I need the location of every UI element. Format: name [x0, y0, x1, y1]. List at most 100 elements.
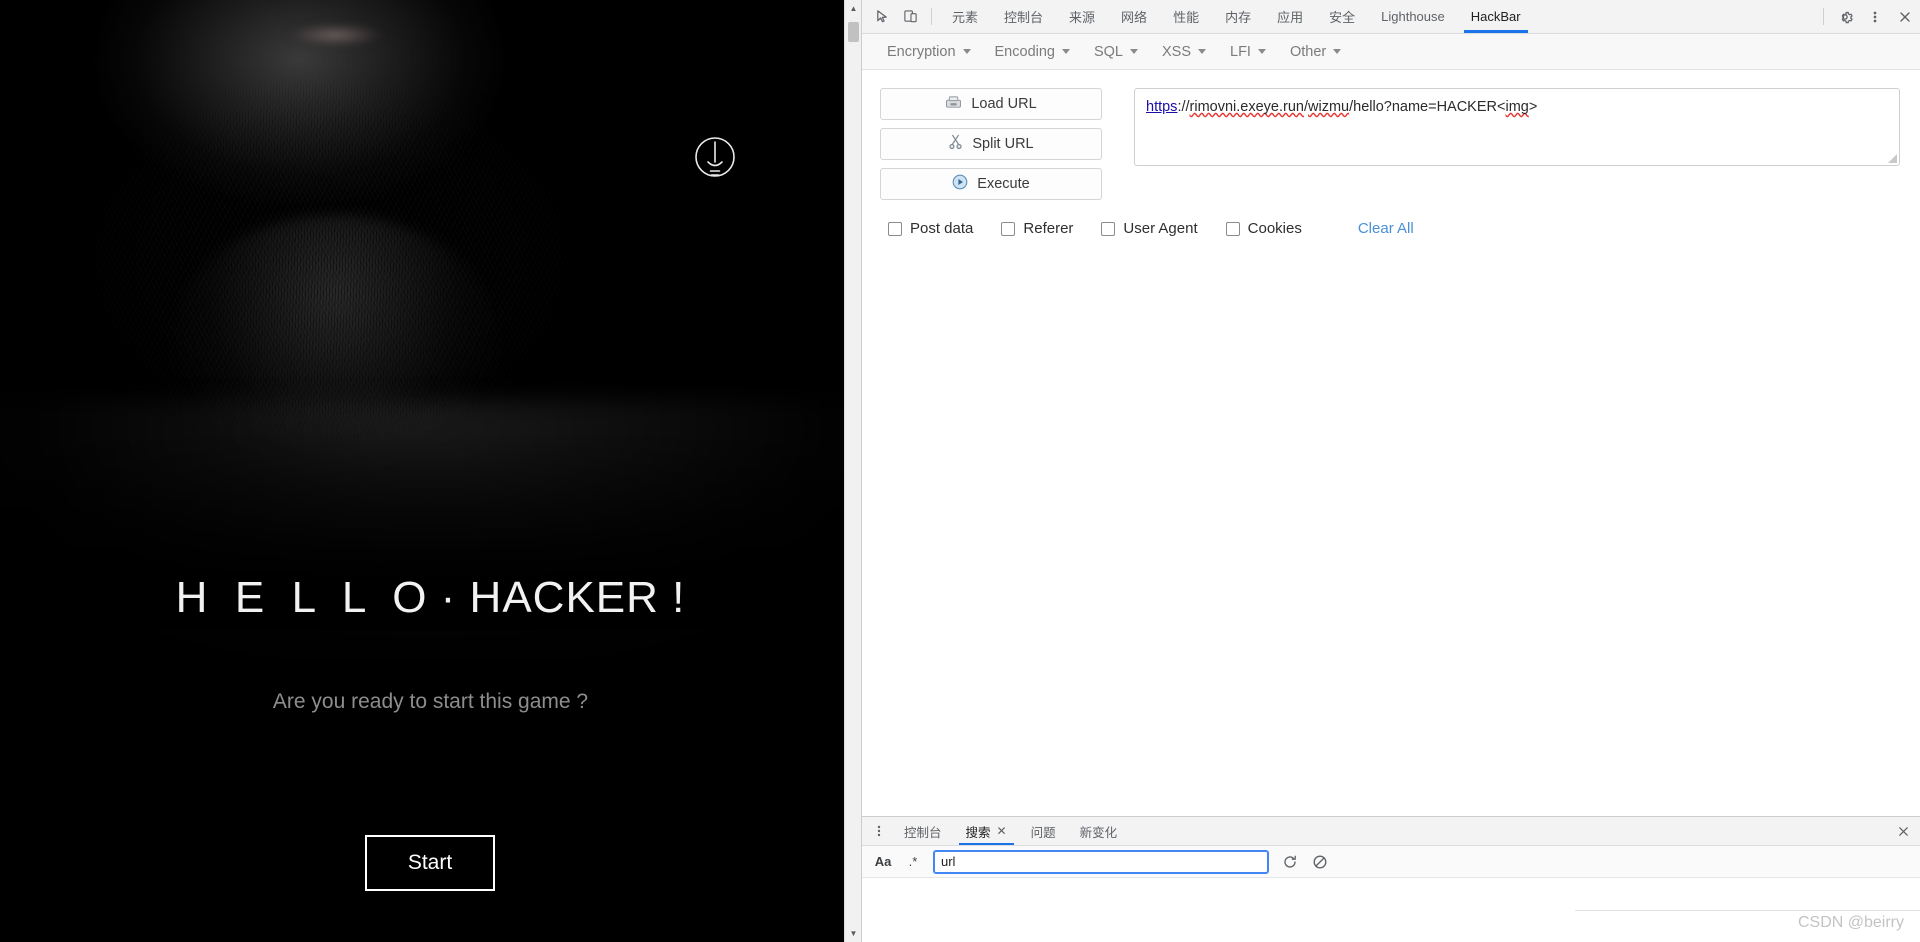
device-toolbar-icon[interactable] — [896, 0, 924, 33]
drawer-kebab-menu-icon[interactable] — [866, 817, 892, 845]
drawer-tab-close-icon[interactable]: ✕ — [997, 825, 1007, 837]
url-field-wrapper: https://rimovni.exeye.run/wizmu/hello?na… — [1134, 88, 1900, 166]
tab-label: 元素 — [952, 10, 979, 25]
hackbar-action-buttons: Load URL Split URL Execute — [880, 88, 1102, 200]
hackbar-options-row: Post data Referer User Agent Cookies Cle… — [880, 220, 1900, 237]
execute-button[interactable]: Execute — [880, 168, 1102, 200]
tab-label: 安全 — [1329, 10, 1356, 25]
start-button[interactable]: Start — [365, 835, 495, 891]
tab-label: 应用 — [1277, 10, 1304, 25]
match-case-toggle[interactable]: Aa — [874, 854, 892, 869]
tab-application[interactable]: 应用 — [1264, 0, 1316, 33]
split-url-button[interactable]: Split URL — [880, 128, 1102, 160]
drawer-tab-label: 新变化 — [1079, 825, 1118, 840]
load-url-button[interactable]: Load URL — [880, 88, 1102, 120]
close-icon[interactable] — [1890, 0, 1920, 33]
menu-encoding[interactable]: Encoding — [984, 39, 1081, 65]
menu-label: Encoding — [994, 43, 1055, 60]
option-label: Cookies — [1247, 220, 1302, 237]
chevron-down-icon — [962, 49, 971, 54]
checkbox-referer[interactable] — [1001, 221, 1016, 236]
url-input[interactable]: https://rimovni.exeye.run/wizmu/hello?na… — [1134, 88, 1900, 166]
menu-xss[interactable]: XSS — [1151, 39, 1217, 65]
watermark-rule — [1575, 910, 1920, 911]
drawer-close-icon[interactable] — [1886, 817, 1920, 845]
url-path-segment-1: wizmu — [1308, 99, 1350, 115]
menu-encryption[interactable]: Encryption — [876, 39, 982, 65]
page-scrollbar[interactable]: ▲ ▼ — [844, 0, 861, 942]
drawer-tab-whats-new[interactable]: 新变化 — [1068, 817, 1130, 845]
url-scheme: https — [1146, 99, 1178, 115]
lightbulb-icon[interactable] — [691, 133, 739, 185]
tab-hackbar[interactable]: HackBar — [1458, 0, 1534, 33]
chevron-down-icon — [1257, 49, 1266, 54]
tab-elements[interactable]: 元素 — [939, 0, 991, 33]
option-referer[interactable]: Referer — [1001, 220, 1073, 237]
tab-sources[interactable]: 来源 — [1056, 0, 1108, 33]
devtools-toolbar-right — [1817, 0, 1920, 33]
menu-other[interactable]: Other — [1279, 39, 1352, 65]
refresh-icon[interactable] — [1282, 854, 1298, 870]
drawer-tab-issues[interactable]: 问题 — [1019, 817, 1068, 845]
drawer-tab-console[interactable]: 控制台 — [892, 817, 954, 845]
url-host: rimovni.exeye.run — [1189, 99, 1304, 115]
clear-icon[interactable] — [1312, 854, 1328, 870]
tab-console[interactable]: 控制台 — [991, 0, 1056, 33]
scrollbar-thumb[interactable] — [848, 22, 859, 42]
play-icon — [952, 174, 968, 194]
drawer-tab-search[interactable]: 搜索 ✕ — [954, 817, 1019, 845]
option-post-data[interactable]: Post data — [888, 220, 973, 237]
tab-label: 网络 — [1121, 10, 1148, 25]
tab-memory[interactable]: 内存 — [1212, 0, 1264, 33]
toolbar-divider — [931, 8, 932, 25]
option-label: Post data — [910, 220, 974, 237]
url-img-tag: img — [1505, 99, 1529, 115]
checkbox-user-agent[interactable] — [1101, 221, 1116, 236]
regex-toggle[interactable]: .* — [906, 854, 920, 869]
drawer-tablist: 控制台 搜索 ✕ 问题 新变化 — [862, 817, 1920, 846]
tab-label: HackBar — [1470, 9, 1521, 24]
chevron-down-icon — [1333, 49, 1342, 54]
checkbox-post-data[interactable] — [888, 221, 902, 236]
hackbar-main-row: Load URL Split URL Execute https://rimov… — [880, 88, 1900, 200]
scrollbar-down-arrow[interactable]: ▼ — [845, 925, 861, 942]
photo-lip-highlight — [285, 22, 385, 48]
search-input[interactable] — [933, 849, 1269, 874]
menu-sql[interactable]: SQL — [1083, 39, 1149, 65]
tab-lighthouse[interactable]: Lighthouse — [1368, 0, 1458, 33]
toolbar-divider-right — [1823, 8, 1824, 25]
gear-icon[interactable] — [1830, 0, 1860, 33]
devtools-toolbar: 元素 控制台 来源 网络 性能 内存 应用 安全 Lighthouse Hack… — [862, 0, 1920, 34]
tab-network[interactable]: 网络 — [1108, 0, 1160, 33]
page-title: H E L L O · HACKER ! — [175, 573, 686, 622]
inspect-element-icon[interactable] — [868, 0, 896, 33]
hackbar-body: Load URL Split URL Execute https://rimov… — [862, 70, 1920, 816]
scrollbar-up-arrow[interactable]: ▲ — [845, 0, 861, 17]
checkbox-cookies[interactable] — [1225, 221, 1240, 236]
button-label: Execute — [977, 176, 1030, 192]
button-label: Load URL — [971, 96, 1037, 112]
tab-label: 性能 — [1173, 10, 1200, 25]
devtools-panel: 元素 控制台 来源 网络 性能 内存 应用 安全 Lighthouse Hack… — [861, 0, 1920, 942]
option-cookies[interactable]: Cookies — [1225, 220, 1302, 237]
drawer-tab-label: 控制台 — [904, 825, 942, 840]
devtools-drawer: 控制台 搜索 ✕ 问题 新变化 Aa .* url — [862, 816, 1920, 942]
tab-label: 来源 — [1069, 10, 1096, 25]
search-toolbar: Aa .* — [862, 846, 1920, 878]
menu-lfi[interactable]: LFI — [1219, 39, 1277, 65]
tab-performance[interactable]: 性能 — [1160, 0, 1212, 33]
tab-security[interactable]: 安全 — [1316, 0, 1368, 33]
page-viewport: H E L L O · HACKER ! Are you ready to st… — [0, 0, 861, 942]
option-user-agent[interactable]: User Agent — [1101, 220, 1198, 237]
menu-label: LFI — [1230, 43, 1251, 60]
drawer-tab-label: 搜索 — [965, 825, 991, 840]
scissors-icon — [948, 134, 963, 154]
option-label: Referer — [1023, 220, 1074, 237]
screen: H E L L O · HACKER ! Are you ready to st… — [0, 0, 1920, 942]
chevron-down-icon — [1198, 49, 1207, 54]
kebab-menu-icon[interactable] — [1860, 0, 1890, 33]
drawer-tab-label: 问题 — [1030, 825, 1056, 840]
tab-label: 内存 — [1225, 10, 1252, 25]
hackbar-menubar: Encryption Encoding SQL XSS LFI Other — [862, 34, 1920, 70]
clear-all-link[interactable]: Clear All — [1358, 220, 1414, 237]
